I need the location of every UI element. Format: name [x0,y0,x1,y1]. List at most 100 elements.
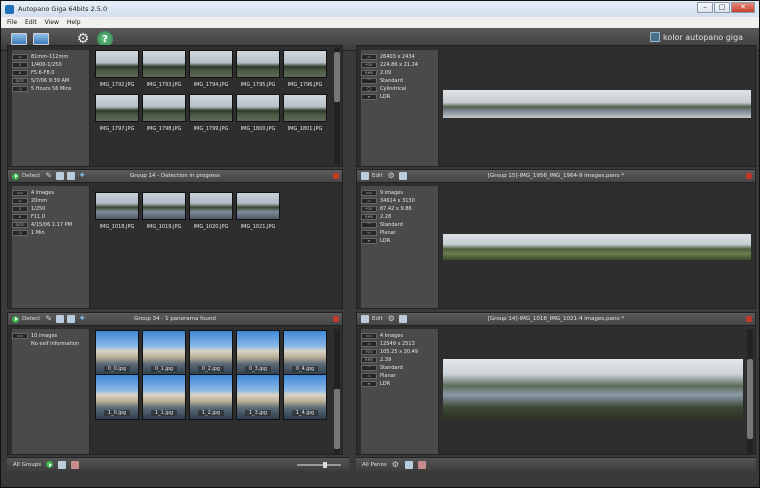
scrollbar[interactable] [334,329,340,454]
thumbnail-image [142,192,186,220]
image-thumbnail[interactable]: 1_1.jpg [141,374,187,420]
menu-view[interactable]: View [45,19,59,26]
import-images-icon[interactable] [11,33,27,45]
info-row: A F11.0 [12,213,89,221]
thumbnail-image [189,192,233,220]
image-thumbnail[interactable]: 0_1.jpg [141,330,187,376]
add-group-icon[interactable] [58,460,67,469]
detect-icon[interactable] [55,32,69,46]
thumbnail-image [236,192,280,220]
image-thumbnail[interactable]: IMG_1793.JPG [141,50,187,88]
info-value: F5.6-F8.0 [31,70,55,76]
image-thumbnail[interactable]: IMG_1800.JPG [235,94,281,132]
info-badge-icon: DATE [12,78,28,84]
close-group-icon[interactable] [333,316,339,322]
info-value: 10 images [31,333,58,339]
image-thumbnail[interactable]: IMG_1019.JPG [141,192,187,230]
close-pano-icon[interactable] [746,316,752,322]
info-value: 1 Min [31,230,45,236]
thumbnail-image [283,50,327,78]
info-value: 2.28 [380,214,392,220]
app-window: Autopano Giga 64bits 2.5.0 – □ ✕ File Ed… [0,0,760,488]
thumbnail-filename: 0_0.jpg [103,366,131,372]
image-thumbnail[interactable]: 1_3.jpg [235,374,281,420]
info-value: Planar [380,230,396,236]
close-button[interactable]: ✕ [731,2,755,13]
image-thumbnail[interactable]: IMG_1021.JPG [235,192,281,230]
thumbnail-image [95,192,139,220]
image-thumbnail[interactable]: IMG_1794.JPG [188,50,234,88]
minimize-button[interactable]: – [697,2,713,13]
menu-edit[interactable]: Edit [25,19,37,26]
image-thumbnail[interactable]: IMG_1798.JPG [141,94,187,132]
pano-panel-2: Edit ⚙ [Group 15]-IMG_1956_IMG_1964-9 im… [356,169,756,309]
scrollbar[interactable] [747,329,753,454]
info-badge-icon: RMS [361,70,377,76]
scrollbar[interactable] [334,48,340,164]
info-value: Cylindrical [380,86,407,92]
image-thumbnail[interactable]: IMG_1018.JPG [94,192,140,230]
image-thumbnail[interactable]: IMG_1796.JPG [282,50,328,88]
info-value: 12549 x 2513 [380,341,415,347]
thumbnail-filename: IMG_1796.JPG [287,82,323,88]
info-badge-icon: ≋ [361,94,377,100]
group-info: ▭▭ 10 images No exif information [12,329,90,454]
close-pano-icon[interactable] [746,173,752,179]
image-thumbnail[interactable]: IMG_1801.JPG [282,94,328,132]
image-thumbnail[interactable]: IMG_1020.JPG [188,192,234,230]
image-thumbnail[interactable]: 1_0.jpg [94,374,140,420]
image-thumbnail[interactable]: 0_3.jpg [235,330,281,376]
image-thumbnail[interactable]: 0_0.jpg [94,330,140,376]
thumbnail-image [189,94,233,122]
panorama-preview[interactable] [443,359,743,419]
image-thumbnail[interactable]: 0_2.jpg [188,330,234,376]
detect-all-icon[interactable] [46,461,54,468]
info-row: ▭▭ 9 images [361,189,438,197]
info-badge-icon: ▭ [361,230,377,236]
thumbnail-size-slider[interactable] [297,462,341,468]
info-value: LDR [380,238,391,244]
info-badge-icon: ◷ [12,230,28,236]
image-thumbnail[interactable]: IMG_1799.JPG [188,94,234,132]
maximize-button[interactable]: □ [714,2,730,13]
panorama-preview[interactable] [443,90,751,118]
render-all-icon[interactable] [404,460,413,469]
info-badge-icon: ▭▭ [361,333,377,339]
info-badge-icon: ⌒ [361,365,377,371]
menu-help[interactable]: Help [67,19,81,26]
image-thumbnail[interactable]: IMG_1795.JPG [235,50,281,88]
image-thumbnail[interactable]: 0_4.jpg [282,330,328,376]
close-group-icon[interactable] [333,173,339,179]
image-thumbnail[interactable]: 1_4.jpg [282,374,328,420]
thumbnail-image [142,94,186,122]
all-groups-label: All Groups [13,461,42,468]
panorama-preview[interactable] [443,234,751,260]
all-panos-label: All Panos [362,461,387,468]
info-row: ▭ 12549 x 2513 [361,340,438,348]
info-badge-icon: ▭▭ [361,190,377,196]
info-badge-icon: ≋ [361,238,377,244]
image-thumbnail[interactable]: IMG_1792.JPG [94,50,140,88]
info-row: RMS 2.39 [361,356,438,364]
remove-group-icon[interactable] [71,460,80,469]
info-row: ▭ Planar [361,229,438,237]
menu-file[interactable]: File [7,19,17,26]
remove-pano-icon[interactable] [417,460,426,469]
info-value: 81mm-112mm [31,54,69,60]
image-thumbnail[interactable]: 1_2.jpg [188,374,234,420]
thumbnail-filename: 1_3.jpg [244,410,272,416]
info-value: 105.25 x 30.49 [380,349,418,355]
select-folder-icon[interactable] [33,33,49,45]
group-panel-1: ▭ 81mm-112mm S 1/400-1/250 A F5.6-F8.0 DATE 5/7… [7,45,343,167]
info-row: ▭ 34614 x 3130 [361,197,438,205]
thumbnail-image [142,50,186,78]
info-value: 5 Hours 56 Mins [31,86,72,92]
menu-bar: File Edit View Help [1,17,759,28]
info-row: ▭ 26403 x 2434 [361,53,438,61]
gear-icon[interactable]: ⚙ [392,460,400,469]
info-row: DATE 5/7/06 9:39 AM [12,77,89,85]
info-badge-icon: RMS [361,214,377,220]
pano-panel-1: ▭ 26403 x 2434 FOV 224.86 x 21.24 RMS 2.09 ⌒ St… [356,45,756,167]
image-thumbnail[interactable]: IMG_1797.JPG [94,94,140,132]
info-badge-icon: ≋ [361,381,377,387]
